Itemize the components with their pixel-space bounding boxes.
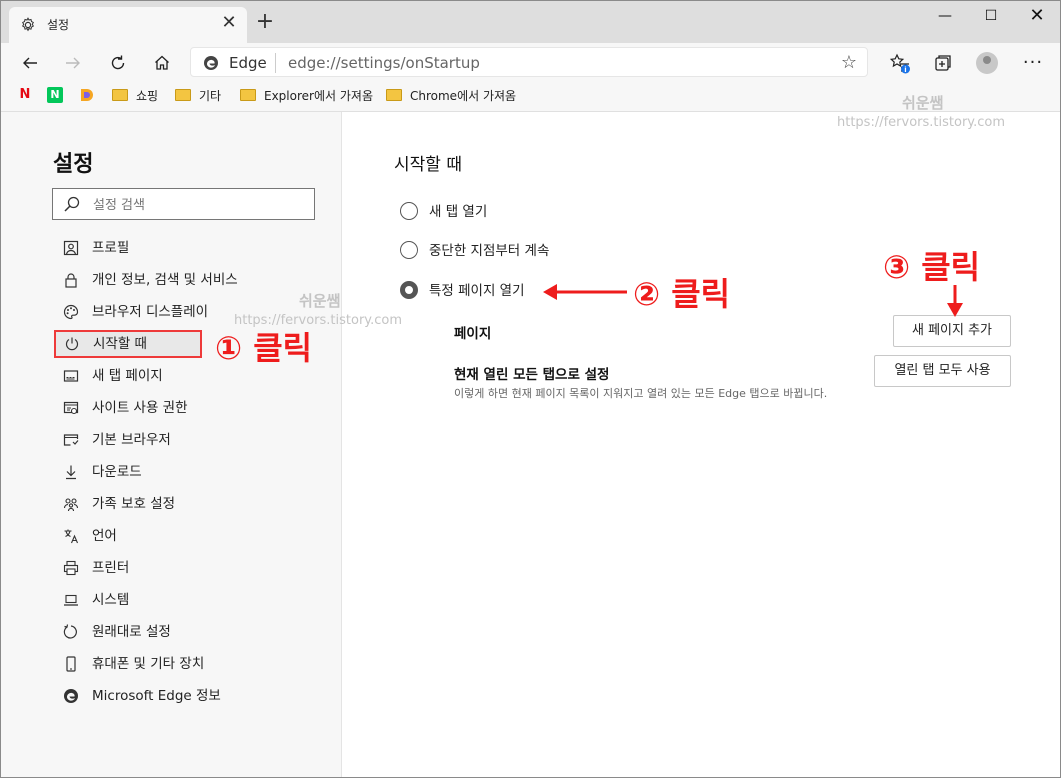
sidebar-item-privacy[interactable]: 개인 정보, 검색 및 서비스 xyxy=(53,266,333,294)
annotation-step-3: ③ 클릭 xyxy=(883,248,981,286)
bookmark-folder[interactable]: 쇼핑 xyxy=(112,86,158,106)
browser-window: 설정 ✕ + — ☐ ✕ Edge edge://settings/onStar… xyxy=(0,0,1061,778)
sidebar-item-system[interactable]: 시스템 xyxy=(53,586,333,614)
sidebar-item-profile[interactable]: 프로필 xyxy=(53,234,333,262)
profile-button[interactable] xyxy=(973,49,1001,77)
radio-button[interactable] xyxy=(400,202,418,220)
folder-icon xyxy=(240,89,256,101)
url-text[interactable]: edge://settings/onStartup xyxy=(288,54,480,72)
use-open-tabs-label: 현재 열린 모든 탭으로 설정 xyxy=(454,367,610,383)
bookmark-folder[interactable]: Chrome에서 가져옴 xyxy=(386,86,516,106)
forward-button[interactable] xyxy=(59,49,87,77)
tab-settings[interactable]: 설정 ✕ xyxy=(9,7,247,43)
sidebar-item-site-permissions[interactable]: 사이트 사용 권한 xyxy=(53,394,333,422)
new-tab-button[interactable]: + xyxy=(254,11,276,33)
annotation-arrow-down-icon xyxy=(947,285,963,317)
section-title: 시작할 때 xyxy=(394,155,462,175)
watermark-name: 쉬운쌤 xyxy=(902,94,944,112)
sidebar-item-printers[interactable]: 프린터 xyxy=(53,554,333,582)
folder-icon xyxy=(175,89,191,101)
settings-search[interactable] xyxy=(52,188,315,220)
navigation-bar: Edge edge://settings/onStartup ☆ i ··· xyxy=(1,43,1060,81)
address-bar[interactable]: Edge edge://settings/onStartup ☆ xyxy=(190,47,868,77)
tab-title: 설정 xyxy=(47,18,70,32)
svg-text:i: i xyxy=(904,66,906,74)
radio-button[interactable] xyxy=(400,241,418,259)
arrow-right-icon xyxy=(66,57,80,69)
favorites-button[interactable]: i xyxy=(886,49,914,77)
sidebar-item-phone[interactable]: 휴대폰 및 기타 장치 xyxy=(53,650,333,678)
sidebar-item-languages[interactable]: 언어 xyxy=(53,522,333,550)
annotation-arrow-left-icon xyxy=(543,284,627,300)
site-permissions-icon xyxy=(63,401,79,415)
reload-button[interactable] xyxy=(104,49,132,77)
gear-icon xyxy=(22,17,34,32)
annotation-step-1: ① 클릭 xyxy=(215,329,313,367)
close-window-button[interactable]: ✕ xyxy=(1014,1,1060,31)
radio-button-selected[interactable] xyxy=(400,281,418,299)
bookmark-folder[interactable]: Explorer에서 가져옴 xyxy=(240,86,373,106)
download-icon xyxy=(66,465,76,480)
folder-icon xyxy=(112,89,128,101)
arrow-left-icon xyxy=(23,57,37,69)
settings-sidebar: 설정 프로필 개인 정보, 검색 및 서비스 브라우저 디스플레이 시작할 때 xyxy=(1,112,342,777)
new-tab-icon xyxy=(63,370,79,382)
annotation-step-2: ② 클릭 xyxy=(633,275,731,313)
sidebar-item-default-browser[interactable]: 기본 브라우저 xyxy=(53,426,333,454)
favorites-icon: i xyxy=(889,53,910,74)
home-button[interactable] xyxy=(148,49,176,77)
pages-label: 페이지 xyxy=(454,326,492,342)
sidebar-item-on-startup[interactable]: 시작할 때 xyxy=(54,330,202,358)
power-icon xyxy=(65,337,79,351)
bookmark-folder[interactable]: 기타 xyxy=(175,86,221,106)
search-input[interactable] xyxy=(91,194,305,216)
site-name: Edge xyxy=(229,54,267,72)
default-browser-icon xyxy=(63,434,79,446)
back-button[interactable] xyxy=(16,49,44,77)
edge-icon xyxy=(204,56,218,70)
sidebar-item-family[interactable]: 가족 보호 설정 xyxy=(53,490,333,518)
watermark-url: https://fervors.tistory.com xyxy=(837,115,1006,130)
minimize-button[interactable]: — xyxy=(922,1,968,31)
system-icon xyxy=(64,594,78,606)
lock-icon xyxy=(65,273,77,288)
family-icon xyxy=(63,498,79,512)
sidebar-item-about[interactable]: Microsoft Edge 정보 xyxy=(53,682,333,710)
sidebar-item-reset[interactable]: 원래대로 설정 xyxy=(53,618,333,646)
reset-icon xyxy=(63,624,77,639)
sidebar-title: 설정 xyxy=(53,152,94,177)
daum-icon[interactable] xyxy=(79,87,95,103)
profile-icon xyxy=(63,240,79,256)
tab-close-icon[interactable]: ✕ xyxy=(219,13,239,33)
collections-button[interactable] xyxy=(929,49,957,77)
naver-icon[interactable]: N xyxy=(47,87,63,103)
use-all-open-tabs-button[interactable]: 열린 탭 모두 사용 xyxy=(874,355,1011,387)
watermark-name: 쉬운쌤 xyxy=(299,292,341,310)
phone-icon xyxy=(66,656,76,672)
tab-strip: 설정 ✕ + — ☐ ✕ xyxy=(1,1,1060,43)
avatar xyxy=(976,52,998,74)
settings-content: 시작할 때 새 탭 열기 중단한 지점부터 계속 특정 페이지 열기 페이지 새… xyxy=(342,112,1060,777)
folder-icon xyxy=(386,89,402,101)
printer-icon xyxy=(63,560,79,576)
more-options-button[interactable]: ··· xyxy=(1019,49,1047,77)
home-icon xyxy=(155,55,169,70)
refresh-icon xyxy=(111,55,125,70)
palette-icon xyxy=(63,304,79,320)
add-new-page-button[interactable]: 새 페이지 추가 xyxy=(893,315,1011,347)
maximize-button[interactable]: ☐ xyxy=(968,1,1014,31)
address-separator xyxy=(275,53,276,73)
use-open-tabs-description: 이렇게 하면 현재 페이지 목록이 지워지고 열려 있는 모든 Edge 탭으로… xyxy=(454,387,828,400)
edge-icon xyxy=(64,689,78,703)
daum-logo-icon xyxy=(81,89,93,101)
favorite-star-icon[interactable]: ☆ xyxy=(841,52,857,73)
search-icon xyxy=(64,196,80,212)
language-icon xyxy=(64,529,79,544)
sidebar-item-downloads[interactable]: 다운로드 xyxy=(53,458,333,486)
netflix-icon[interactable]: N xyxy=(17,87,33,103)
collections-icon xyxy=(935,55,951,71)
